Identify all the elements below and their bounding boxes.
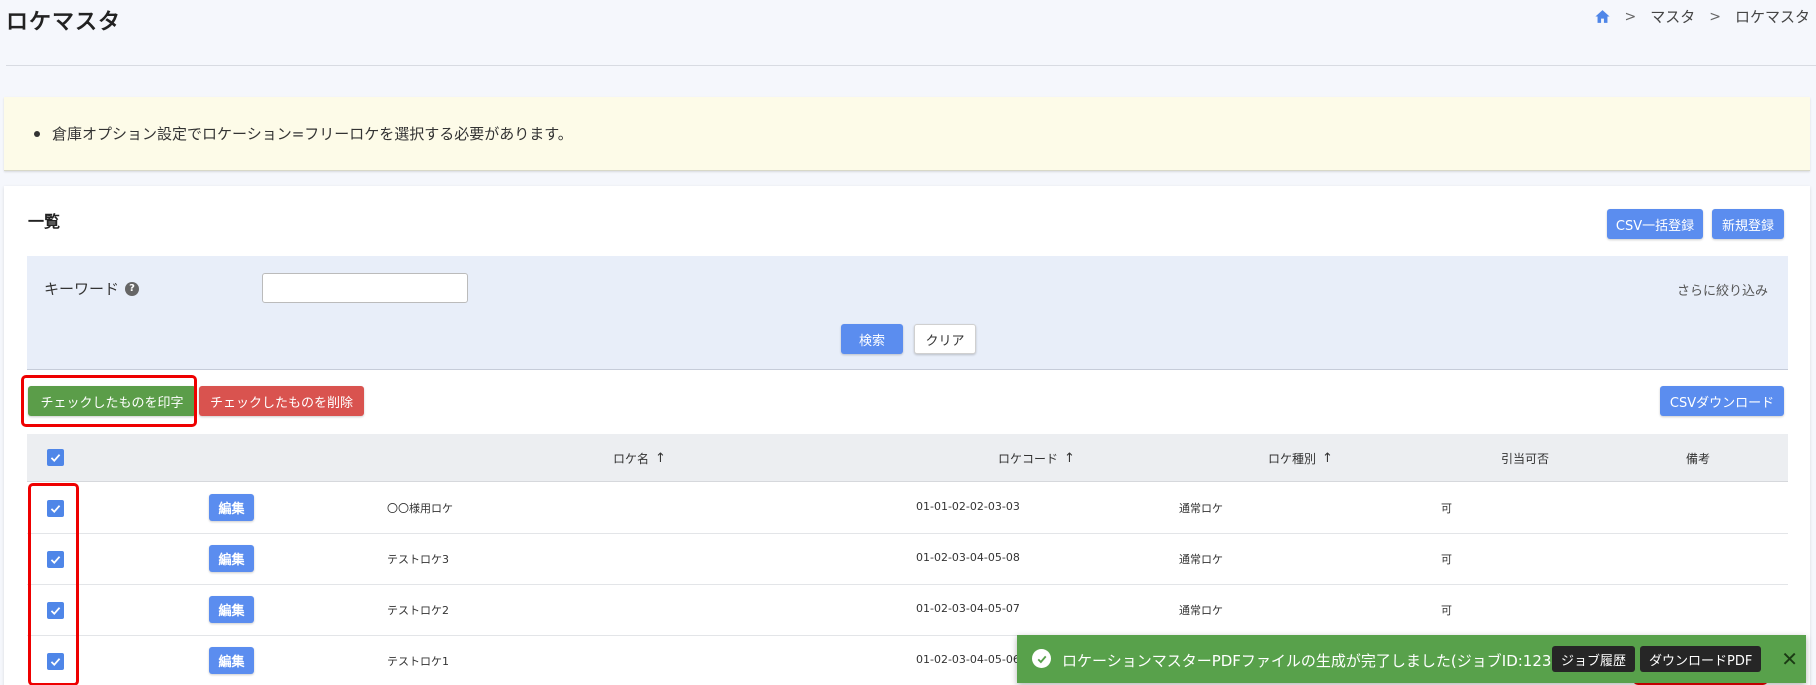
bullet-icon bbox=[34, 130, 40, 137]
check-circle-icon bbox=[1032, 649, 1051, 668]
notice-box: 倉庫オプション設定でロケーション=フリーロケを選択する必要があります。 bbox=[4, 97, 1810, 171]
toast-notification: ロケーションマスターPDFファイルの生成が完了しました(ジョブID:12332)… bbox=[1017, 635, 1806, 683]
cell-type: 通常ロケ bbox=[1179, 502, 1223, 515]
header-type[interactable]: ロケ種別 ↑ bbox=[1268, 450, 1333, 467]
page-title: ロケマスタ bbox=[6, 10, 122, 35]
header-divider bbox=[6, 65, 1816, 66]
header-name-label: ロケ名 bbox=[613, 452, 650, 466]
csv-bulk-register-button[interactable]: CSV一括登録 bbox=[1607, 209, 1703, 239]
cell-allocatable: 可 bbox=[1441, 553, 1452, 566]
cell-type: 通常ロケ bbox=[1179, 604, 1223, 617]
header-remarks: 備考 bbox=[1686, 452, 1711, 466]
cell-allocatable: 可 bbox=[1441, 604, 1452, 617]
row-checkbox[interactable] bbox=[47, 653, 64, 670]
header-name[interactable]: ロケ名 ↑ bbox=[613, 450, 666, 467]
help-icon[interactable]: ? bbox=[125, 281, 140, 296]
sort-up-icon[interactable]: ↑ bbox=[655, 451, 666, 466]
table-row: 編集 〇〇様用ロケ 01-01-02-02-03-03 通常ロケ 可 bbox=[27, 483, 1788, 534]
breadcrumb-item-current: ロケマスタ bbox=[1734, 8, 1810, 26]
job-history-button[interactable]: ジョブ履歴 bbox=[1552, 646, 1636, 672]
csv-download-button[interactable]: CSVダウンロード bbox=[1660, 386, 1784, 416]
table-row: 編集 テストロケ2 01-02-03-04-05-07 通常ロケ 可 bbox=[27, 585, 1788, 636]
edit-button[interactable]: 編集 bbox=[209, 494, 254, 521]
row-checkbox[interactable] bbox=[47, 551, 64, 568]
header-code[interactable]: ロケコード ↑ bbox=[998, 450, 1075, 467]
row-checkbox[interactable] bbox=[47, 602, 64, 619]
edit-button[interactable]: 編集 bbox=[209, 596, 254, 623]
keyword-label: キーワード ? bbox=[44, 278, 140, 299]
table-row: 編集 テストロケ3 01-02-03-04-05-08 通常ロケ 可 bbox=[27, 534, 1788, 585]
keyword-label-text: キーワード bbox=[44, 280, 120, 298]
download-pdf-button[interactable]: ダウンロードPDF bbox=[1640, 646, 1762, 672]
print-checked-button[interactable]: チェックしたものを印字 bbox=[28, 386, 196, 416]
chevron-right-icon: > bbox=[1624, 8, 1637, 25]
more-filter-link[interactable]: さらに絞り込み bbox=[1677, 280, 1768, 299]
delete-checked-button[interactable]: チェックしたものを削除 bbox=[199, 386, 364, 416]
search-button[interactable]: 検索 bbox=[841, 324, 903, 354]
cell-name: テストロケ2 bbox=[387, 604, 449, 617]
cell-code: 01-02-03-04-05-06 bbox=[916, 653, 1020, 666]
chevron-right-icon: > bbox=[1709, 8, 1721, 25]
close-icon[interactable]: ✕ bbox=[1781, 646, 1798, 672]
row-checkbox[interactable] bbox=[47, 500, 64, 517]
table-header: ロケ名 ↑ ロケコード ↑ ロケ種別 ↑ 引当可否 備考 bbox=[27, 434, 1788, 482]
select-all-checkbox[interactable] bbox=[47, 449, 64, 466]
edit-button[interactable]: 編集 bbox=[209, 647, 254, 674]
sort-up-icon[interactable]: ↑ bbox=[1064, 451, 1075, 466]
section-title: 一覧 bbox=[28, 212, 61, 231]
list-card: 一覧 CSV一括登録 新規登録 キーワード ? さらに絞り込み 検索 クリア チ… bbox=[4, 186, 1810, 685]
edit-button[interactable]: 編集 bbox=[209, 545, 254, 572]
filter-panel: キーワード ? さらに絞り込み 検索 クリア bbox=[27, 256, 1788, 370]
toast-message: ロケーションマスターPDFファイルの生成が完了しました(ジョブID:12332) bbox=[1062, 652, 1577, 670]
header-code-label: ロケコード bbox=[998, 452, 1059, 466]
home-icon[interactable] bbox=[1594, 8, 1611, 25]
breadcrumb: > マスタ > ロケマスタ bbox=[1594, 6, 1810, 27]
header-allocatable: 引当可否 bbox=[1501, 452, 1550, 466]
sort-up-icon[interactable]: ↑ bbox=[1322, 451, 1333, 466]
breadcrumb-item-master[interactable]: マスタ bbox=[1650, 6, 1695, 27]
cell-allocatable: 可 bbox=[1441, 502, 1452, 515]
cell-code: 01-01-02-02-03-03 bbox=[916, 500, 1020, 513]
cell-name: 〇〇様用ロケ bbox=[387, 502, 453, 515]
new-register-button[interactable]: 新規登録 bbox=[1712, 209, 1784, 239]
keyword-input[interactable] bbox=[262, 273, 468, 303]
clear-button[interactable]: クリア bbox=[914, 324, 976, 354]
cell-code: 01-02-03-04-05-08 bbox=[916, 551, 1020, 564]
cell-name: テストロケ3 bbox=[387, 553, 449, 566]
header-type-label: ロケ種別 bbox=[1268, 452, 1317, 466]
cell-name: テストロケ1 bbox=[387, 655, 449, 668]
notice-text: 倉庫オプション設定でロケーション=フリーロケを選択する必要があります。 bbox=[52, 125, 573, 143]
cell-code: 01-02-03-04-05-07 bbox=[916, 602, 1020, 615]
cell-type: 通常ロケ bbox=[1179, 553, 1223, 566]
